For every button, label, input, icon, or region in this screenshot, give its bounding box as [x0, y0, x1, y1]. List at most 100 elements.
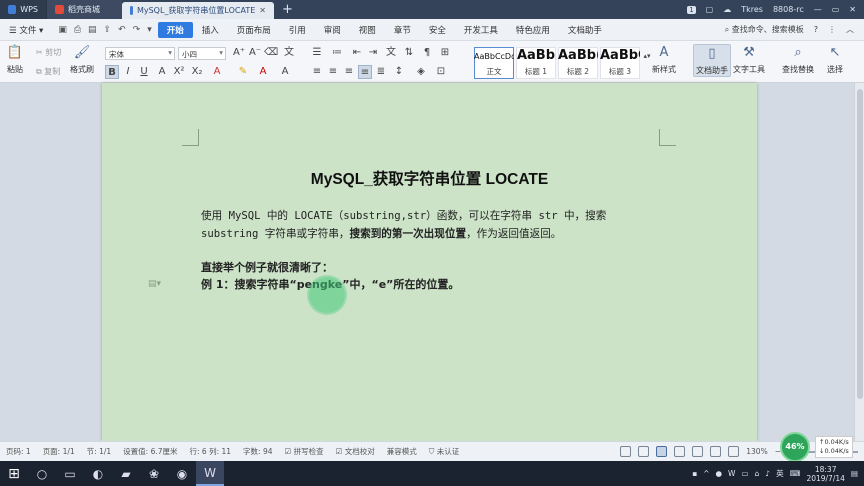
- minimize-icon[interactable]: —: [814, 5, 822, 14]
- select-button[interactable]: ↖ 选择: [826, 44, 844, 75]
- char-shading-icon[interactable]: A: [278, 65, 292, 79]
- menu-chapter[interactable]: 章节: [385, 24, 420, 36]
- sort-icon[interactable]: ⇅: [402, 46, 416, 60]
- show-marks-icon[interactable]: ¶: [420, 46, 434, 60]
- new-style-button[interactable]: A 新样式: [652, 44, 676, 75]
- network-monitor[interactable]: 46% ↑0.04K/s ↓0.04K/s: [780, 431, 864, 462]
- tray-expand-icon[interactable]: ^: [703, 469, 709, 478]
- close-tab-icon[interactable]: ✕: [259, 6, 266, 15]
- style-normal[interactable]: AaBbCcDd 正文: [474, 47, 514, 79]
- print-icon[interactable]: ⎙: [74, 25, 81, 35]
- undo-icon[interactable]: ↶: [118, 25, 126, 35]
- eye-protect-icon[interactable]: [638, 446, 650, 457]
- doc-assistant-button[interactable]: ▯ 文档助手: [693, 44, 731, 77]
- menu-page-layout[interactable]: 页面布局: [228, 24, 280, 36]
- page-view-icon[interactable]: [656, 446, 668, 457]
- style-heading-1[interactable]: AaBb 标题 1: [516, 47, 556, 79]
- align-right-icon[interactable]: ≡: [342, 65, 356, 79]
- superscript-button[interactable]: X²: [172, 65, 186, 79]
- notification-icon[interactable]: ▤: [851, 469, 858, 478]
- help-icon[interactable]: ?: [814, 25, 818, 34]
- menu-review[interactable]: 审阅: [315, 24, 350, 36]
- skin-icon[interactable]: ▢: [706, 5, 714, 14]
- close-window-icon[interactable]: ✕: [849, 5, 856, 14]
- search-taskbar-icon[interactable]: ○: [28, 461, 56, 486]
- menu-home[interactable]: 开始: [157, 21, 193, 38]
- zoom-level[interactable]: 130%: [746, 447, 767, 456]
- doc-check-button[interactable]: ☑ 文档校对: [330, 446, 381, 457]
- shrink-font-icon[interactable]: A⁻: [248, 46, 262, 60]
- menu-file[interactable]: ☰ 文件 ▾: [0, 24, 52, 36]
- align-center-icon[interactable]: ≡: [326, 65, 340, 79]
- numbered-list-icon[interactable]: ≔: [330, 46, 344, 60]
- copy-button[interactable]: ⧉ 复制: [36, 66, 60, 77]
- vertical-scrollbar[interactable]: [854, 83, 864, 441]
- menu-insert[interactable]: 插入: [193, 24, 228, 36]
- subscript-button[interactable]: X₂: [190, 65, 204, 79]
- browser-icon[interactable]: ◐: [84, 461, 112, 486]
- folder-icon[interactable]: ▰: [112, 461, 140, 486]
- ime-indicator[interactable]: 英: [776, 468, 784, 479]
- italic-button[interactable]: I: [121, 65, 135, 79]
- more-icon[interactable]: ▾: [147, 25, 152, 35]
- decrease-indent-icon[interactable]: ⇤: [350, 46, 364, 60]
- menu-developer[interactable]: 开发工具: [455, 24, 507, 36]
- highlight-icon[interactable]: ✎: [236, 65, 250, 79]
- spellcheck-toggle[interactable]: ☑ 拼写检查: [279, 446, 330, 457]
- wps-writer-taskbar-icon[interactable]: W: [196, 461, 224, 486]
- menu-security[interactable]: 安全: [420, 24, 455, 36]
- style-heading-2[interactable]: AaBb( 标题 2: [558, 47, 598, 79]
- text-tool-button[interactable]: ⚒ 文字工具: [733, 44, 765, 75]
- table-icon[interactable]: ⊞: [438, 46, 452, 60]
- menu-doc-assistant[interactable]: 文档助手: [559, 24, 611, 36]
- menu-view[interactable]: 视图: [350, 24, 385, 36]
- scroll-thumb[interactable]: [857, 89, 863, 399]
- web-view-icon[interactable]: [710, 446, 722, 457]
- tray-app-icon[interactable]: ▪: [692, 469, 697, 478]
- tray-network-icon[interactable]: ⌂: [755, 469, 760, 478]
- preview-icon[interactable]: ▤: [88, 25, 97, 35]
- user-name[interactable]: Tkres: [741, 5, 763, 14]
- text-effect-icon[interactable]: A: [210, 65, 224, 79]
- borders-icon[interactable]: ⊡: [434, 65, 448, 79]
- more-options-icon[interactable]: ⋮: [828, 25, 836, 34]
- format-painter-button[interactable]: 🖌 格式刷: [70, 44, 94, 75]
- collapse-ribbon-icon[interactable]: ︿: [846, 24, 854, 35]
- redo-icon[interactable]: ↷: [133, 25, 141, 35]
- fullscreen-view-icon[interactable]: [620, 446, 632, 457]
- cert-status[interactable]: ⛉ 未认证: [423, 446, 466, 457]
- save-icon[interactable]: ▣: [58, 25, 67, 35]
- shading-icon[interactable]: ◈: [414, 65, 428, 79]
- tab-wps[interactable]: WPS: [0, 0, 46, 19]
- strikethrough-button[interactable]: A: [155, 65, 169, 79]
- paragraph-marker-icon[interactable]: ▤▾: [148, 279, 161, 289]
- recorder-icon[interactable]: ◉: [168, 461, 196, 486]
- status-page[interactable]: 页码: 1: [0, 446, 37, 457]
- bullet-list-icon[interactable]: ☰: [310, 46, 324, 60]
- edit-view-icon[interactable]: [692, 446, 704, 457]
- tray-wps-icon[interactable]: W: [728, 469, 735, 478]
- tray-keyboard-icon[interactable]: ⌨: [790, 469, 801, 478]
- bold-button[interactable]: B: [105, 65, 119, 79]
- align-left-icon[interactable]: ≡: [310, 65, 324, 79]
- font-size-select[interactable]: 小四: [178, 47, 226, 60]
- tray-volume-icon[interactable]: ♪: [765, 469, 770, 478]
- grow-font-icon[interactable]: A⁺: [232, 46, 246, 60]
- new-tab-button[interactable]: +: [274, 0, 301, 19]
- style-heading-3[interactable]: AaBbC 标题 3: [600, 47, 640, 79]
- phonetic-icon[interactable]: 文: [282, 46, 296, 60]
- underline-button[interactable]: U: [137, 65, 151, 79]
- read-view-icon[interactable]: [728, 446, 740, 457]
- cut-button[interactable]: ✂ 剪切: [36, 47, 61, 58]
- clear-format-icon[interactable]: ⌫: [264, 46, 278, 60]
- outline-view-icon[interactable]: [674, 446, 686, 457]
- clock[interactable]: 18:37 2019/7/14: [806, 465, 844, 483]
- export-icon[interactable]: ⇪: [104, 25, 112, 35]
- app-icon[interactable]: ❀: [140, 461, 168, 486]
- window-count-badge[interactable]: 1: [687, 5, 696, 14]
- distribute-icon[interactable]: ≣: [374, 65, 388, 79]
- paste-button[interactable]: 📋 粘贴: [6, 44, 24, 75]
- tab-docer-store[interactable]: 稻壳商城: [46, 0, 122, 19]
- tray-record-icon[interactable]: ●: [715, 469, 722, 478]
- font-color-icon[interactable]: A: [256, 65, 270, 79]
